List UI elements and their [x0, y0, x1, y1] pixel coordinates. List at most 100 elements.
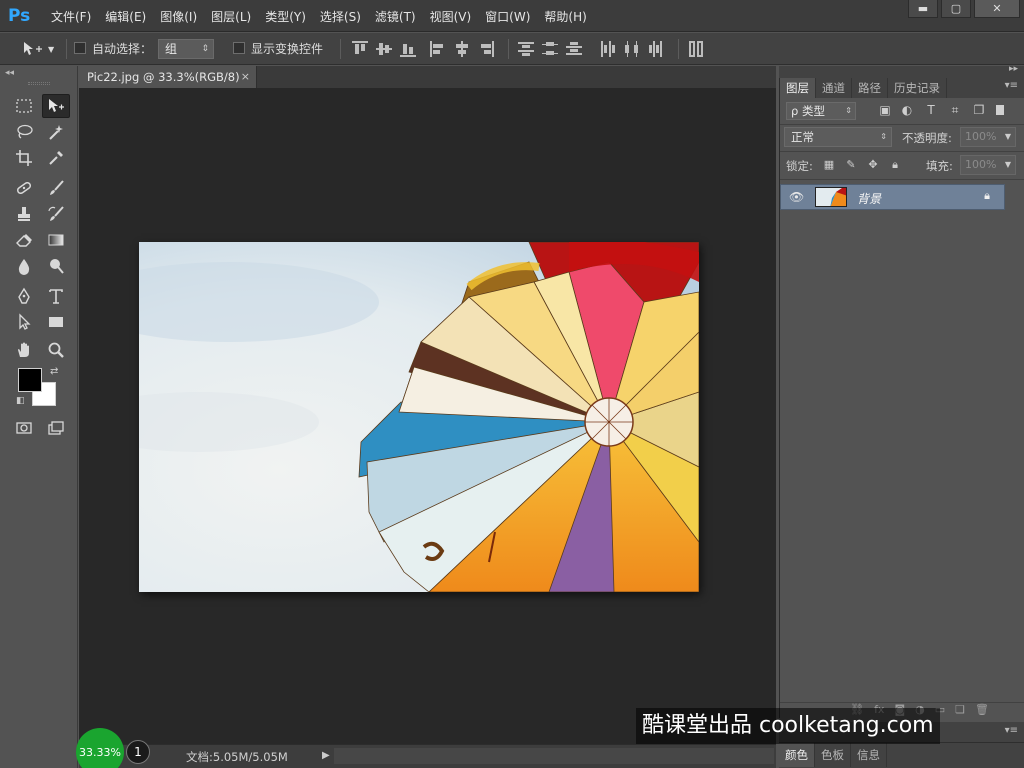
close-tab-icon[interactable]: × — [241, 66, 250, 88]
document-size: 文档:5.05M/5.05M — [186, 750, 288, 764]
filter-toggle-switch[interactable] — [996, 105, 1004, 115]
align-right-edges-icon[interactable] — [478, 41, 494, 57]
healing-brush-tool[interactable] — [10, 176, 38, 200]
fill-field[interactable]: 100% ▼ — [960, 155, 1016, 175]
screen-mode-button[interactable] — [42, 416, 70, 440]
history-brush-tool[interactable] — [42, 202, 70, 226]
align-buttons — [352, 41, 416, 57]
eraser-tool[interactable] — [10, 228, 38, 252]
align-horizontal-centers-icon[interactable] — [454, 41, 470, 57]
filter-type-icon[interactable]: T — [924, 103, 938, 117]
align-bottom-edges-icon[interactable] — [400, 41, 416, 57]
menu-image[interactable]: 图像(I) — [153, 8, 204, 25]
panel-grip[interactable] — [28, 82, 50, 85]
window-controls: ▬ ▢ ✕ — [908, 0, 1020, 18]
move-tool[interactable] — [42, 94, 70, 118]
visibility-eye-icon[interactable]: 👁︎ — [789, 190, 804, 204]
menu-edit[interactable]: 编辑(E) — [98, 8, 153, 25]
delete-layer-icon[interactable]: 🗑︎ — [975, 703, 989, 718]
distribute-top-edges-icon[interactable] — [518, 41, 534, 57]
menu-filter[interactable]: 滤镜(T) — [368, 8, 423, 25]
menu-help[interactable]: 帮助(H) — [537, 8, 593, 25]
layer-filter-dropdown[interactable]: ρ 类型 ⇕ — [786, 102, 856, 120]
layer-row[interactable]: 👁︎ 背景 🔒︎ — [780, 184, 1005, 210]
marquee-tool[interactable] — [10, 94, 38, 118]
tab-paths[interactable]: 路径 — [852, 78, 888, 98]
tab-history[interactable]: 历史记录 — [888, 78, 947, 98]
new-layer-icon[interactable]: ❏ — [955, 703, 965, 718]
gradient-tool[interactable] — [42, 228, 70, 252]
dodge-icon — [50, 259, 64, 274]
document-image[interactable] — [139, 242, 699, 592]
maximize-button[interactable]: ▢ — [941, 0, 971, 18]
auto-align-layers-icon[interactable] — [688, 41, 704, 57]
collapse-panel-icon[interactable]: ◂◂ — [5, 68, 14, 78]
panel-menu-icon[interactable]: ▾≡ — [1005, 725, 1018, 736]
tab-color[interactable]: 颜色 — [779, 743, 815, 767]
type-tool[interactable] — [42, 284, 70, 308]
layer-name[interactable]: 背景 — [857, 190, 881, 207]
brush-tool[interactable] — [42, 176, 70, 200]
expand-panels-icon[interactable]: ▸▸ — [1009, 64, 1018, 74]
menu-view[interactable]: 视图(V) — [423, 8, 479, 25]
tool-preset-picker[interactable]: ▼ — [22, 39, 62, 59]
lock-transparent-pixels-icon[interactable]: ▦ — [822, 158, 836, 172]
document-tab[interactable]: Pic22.jpg @ 33.3%(RGB/8) × — [79, 66, 257, 88]
filter-adjustment-icon[interactable]: ◐ — [900, 103, 914, 117]
menu-type[interactable]: 类型(Y) — [258, 8, 313, 25]
zoom-tool[interactable] — [42, 338, 70, 362]
menu-file[interactable]: 文件(F) — [44, 8, 98, 25]
bandage-icon — [16, 181, 32, 195]
tab-layers[interactable]: 图层 — [780, 78, 816, 98]
foreground-color-swatch[interactable] — [18, 368, 42, 392]
swap-colors-icon[interactable]: ⇄ — [50, 366, 58, 377]
magic-wand-tool[interactable] — [42, 120, 70, 144]
lasso-tool[interactable] — [10, 120, 38, 144]
dodge-tool[interactable] — [42, 254, 70, 278]
show-transform-checkbox[interactable] — [233, 42, 245, 54]
distribute-left-edges-icon[interactable] — [600, 41, 616, 57]
horizontal-scrollbar[interactable] — [334, 748, 774, 764]
status-menu-arrow-icon[interactable]: ▶ — [322, 750, 330, 761]
tab-info[interactable]: 信息 — [851, 743, 887, 767]
color-panel-tabs: 颜色 色板 信息 — [779, 742, 1024, 768]
distribute-vertical-centers-icon[interactable] — [542, 41, 558, 57]
distribute-bottom-edges-icon[interactable] — [566, 41, 582, 57]
menu-layer[interactable]: 图层(L) — [204, 8, 258, 25]
blur-tool[interactable] — [10, 254, 38, 278]
stepper-arrows-icon: ⇕ — [845, 106, 852, 115]
eyedropper-tool[interactable] — [42, 146, 70, 170]
auto-select-checkbox[interactable] — [74, 42, 86, 54]
minimize-button[interactable]: ▬ — [908, 0, 938, 18]
default-colors-icon[interactable]: ◧ — [16, 396, 25, 406]
tab-swatches[interactable]: 色板 — [815, 743, 851, 767]
canvas-area[interactable] — [79, 88, 776, 744]
lock-all-icon[interactable]: 🔒︎ — [888, 158, 902, 172]
distribute-right-edges-icon[interactable] — [648, 41, 664, 57]
align-left-edges-icon[interactable] — [430, 41, 446, 57]
hand-tool[interactable] — [10, 338, 38, 362]
pen-tool[interactable] — [10, 284, 38, 308]
lock-position-icon[interactable]: ✥ — [866, 158, 880, 172]
zoom-level-indicator[interactable]: 33.33% — [76, 728, 124, 768]
rectangle-tool[interactable] — [42, 310, 70, 334]
filter-shape-icon[interactable]: ⌗ — [948, 103, 962, 117]
clone-stamp-tool[interactable] — [10, 202, 38, 226]
opacity-field[interactable]: 100% ▼ — [960, 127, 1016, 147]
lock-image-pixels-icon[interactable]: ✎ — [844, 158, 858, 172]
quick-mask-button[interactable] — [10, 416, 38, 440]
align-vertical-centers-icon[interactable] — [376, 41, 392, 57]
crop-tool[interactable] — [10, 146, 38, 170]
blend-mode-dropdown[interactable]: 正常 ⇕ — [784, 127, 892, 147]
close-button[interactable]: ✕ — [974, 0, 1020, 18]
distribute-horizontal-centers-icon[interactable] — [624, 41, 640, 57]
tab-channels[interactable]: 通道 — [816, 78, 852, 98]
auto-select-target-dropdown[interactable]: 组 ⇕ — [158, 39, 214, 59]
path-selection-tool[interactable] — [10, 310, 38, 334]
menu-window[interactable]: 窗口(W) — [478, 8, 537, 25]
filter-smart-object-icon[interactable]: ❐ — [972, 103, 986, 117]
panel-menu-icon[interactable]: ▾≡ — [1005, 80, 1018, 91]
menu-select[interactable]: 选择(S) — [313, 8, 368, 25]
filter-pixel-icon[interactable]: ▣ — [878, 103, 892, 117]
align-top-edges-icon[interactable] — [352, 41, 368, 57]
